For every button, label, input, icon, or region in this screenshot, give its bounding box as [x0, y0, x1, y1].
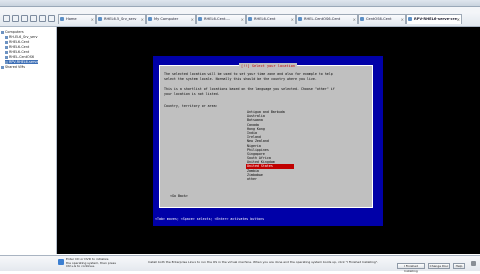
- pause-icon[interactable]: [30, 15, 37, 22]
- tab-vm[interactable]: CentOS6-Cent ×: [358, 14, 406, 24]
- location-dialog: [!!] Select your location The selected l…: [159, 63, 373, 208]
- install-info: Install both the Enterprise Linux to run…: [148, 260, 379, 264]
- home-icon[interactable]: [3, 15, 10, 22]
- close-icon[interactable]: ×: [241, 15, 244, 24]
- vm-tab-icon: [408, 17, 412, 21]
- tree-item[interactable]: RHEL6-Cent: [5, 40, 29, 44]
- vm-icon: [5, 45, 8, 49]
- tree-item-selected[interactable]: RPV-RHEL6-serve: [5, 60, 39, 64]
- location-explanation: The selected location will be used to se…: [164, 72, 333, 81]
- reset-icon[interactable]: [39, 15, 46, 22]
- library-sidebar: Computers RH-EL6_Srv_serv RHEL6-Cent RHE…: [0, 27, 57, 254]
- tree-item[interactable]: RHEL-CentOS6: [5, 55, 34, 59]
- tab-vm[interactable]: My Computer ×: [146, 14, 196, 24]
- tree-item[interactable]: RHEL6-Cent: [5, 50, 29, 54]
- close-icon[interactable]: ×: [141, 15, 144, 24]
- vm-tab-icon: [198, 17, 202, 21]
- vm-icon: [5, 60, 8, 64]
- power-icon[interactable]: [21, 15, 28, 22]
- shared-folder-icon: [1, 65, 4, 69]
- close-icon[interactable]: ×: [191, 15, 194, 24]
- tab-vm[interactable]: RHEL6-Cent ×: [246, 14, 296, 24]
- close-icon[interactable]: ×: [353, 15, 356, 24]
- vm-tab-icon: [248, 17, 252, 21]
- vm-icon: [5, 55, 8, 59]
- vm-tab-icon: [360, 17, 364, 21]
- tree-item[interactable]: Computers: [1, 30, 24, 34]
- close-icon[interactable]: ×: [291, 15, 294, 24]
- close-icon[interactable]: ×: [457, 15, 460, 24]
- shortlist-explanation: This is a shortlist of locations based o…: [164, 87, 335, 96]
- tree-item[interactable]: RHEL6-Cent: [5, 45, 29, 49]
- list-item[interactable]: other: [246, 177, 294, 181]
- cd-hint: Enter CD or DVD to initialize the operat…: [66, 257, 116, 269]
- close-icon[interactable]: ×: [91, 15, 94, 24]
- folder-icon: [1, 30, 4, 34]
- home-tab-icon: [60, 17, 64, 21]
- tab-vm[interactable]: RHEL-CentOS6-Cent ×: [296, 14, 358, 24]
- installer-screen[interactable]: [!!] Select your location The selected l…: [153, 56, 383, 226]
- vm-icon: [5, 50, 8, 54]
- window-titlebar: [0, 0, 480, 7]
- key-hints: <Tab> moves; <Space> selects; <Enter> ac…: [155, 217, 265, 221]
- go-back-button[interactable]: <Go Back>: [170, 194, 188, 198]
- tab-strip: Home × RHEL6.5_Srv_serv × My Computer × RHE…: [58, 13, 480, 25]
- country-prompt: Country, territory or area:: [164, 104, 218, 108]
- tree-item[interactable]: Shared VMs: [1, 65, 25, 69]
- close-icon[interactable]: ×: [401, 15, 404, 24]
- country-list[interactable]: Antigua and Barbuda Australia Botswana C…: [246, 110, 294, 181]
- tab-vm-active[interactable]: RPV-RHEL6-serve-cre ×: [406, 14, 462, 24]
- info-icon: [58, 259, 64, 265]
- tab-vm[interactable]: RHEL6-Cent-… ×: [196, 14, 246, 24]
- status-bar: Enter CD or DVD to initialize the operat…: [0, 255, 480, 273]
- dialog-title: [!!] Select your location: [239, 63, 298, 69]
- vm-tab-icon: [148, 17, 152, 21]
- tab-vm[interactable]: RHEL6.5_Srv_serv ×: [96, 14, 146, 24]
- finished-installing-button[interactable]: I Finished Installing: [397, 263, 425, 273]
- vm-icon: [5, 40, 8, 44]
- library-icon[interactable]: [12, 15, 19, 22]
- vm-icon: [5, 35, 8, 39]
- tree-item[interactable]: RH-EL6_Srv_serv: [5, 35, 38, 39]
- vm-tab-icon: [98, 17, 102, 21]
- vm-tab-icon: [298, 17, 302, 21]
- help-button[interactable]: Help: [453, 263, 465, 269]
- lock-icon: [471, 261, 476, 266]
- vm-console[interactable]: [!!] Select your location The selected l…: [57, 27, 480, 254]
- tab-home[interactable]: Home ×: [58, 14, 96, 24]
- snapshot-icon[interactable]: [48, 15, 55, 22]
- change-disc-button[interactable]: Change Disc: [428, 263, 450, 269]
